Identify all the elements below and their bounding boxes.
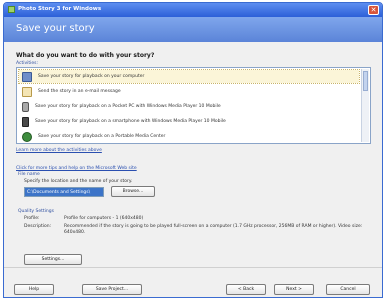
activity-item-pocket-pc[interactable]: Save your story for playback on a Pocket… [19, 100, 359, 113]
profile-row: Profile: Profile for computers - 1 (640x4… [24, 216, 364, 222]
main-content: What do you want to do with your story? … [4, 42, 382, 267]
cancel-button[interactable]: Cancel [326, 284, 370, 295]
activity-item-computer[interactable]: Save your story for playback on your com… [18, 69, 360, 84]
activity-label: Send the story in an e-mail message [38, 89, 121, 94]
activity-item-smartphone[interactable]: Save your story for playback on a smartp… [19, 115, 359, 128]
email-icon [22, 86, 32, 97]
close-button[interactable]: ✕ [368, 5, 379, 15]
activity-item-media-center[interactable]: Save your story for playback on a Portab… [19, 130, 359, 143]
browse-button[interactable]: Browse... [111, 186, 155, 197]
activities-list[interactable]: Save your story for playback on your com… [16, 67, 371, 144]
wizard-footer: Help Save Project... < Back Next > Cance… [4, 267, 382, 297]
list-scrollbar[interactable] [361, 69, 369, 142]
save-project-button[interactable]: Save Project... [82, 284, 142, 295]
activity-label: Save your story for playback on a smartp… [35, 119, 226, 124]
activity-label: Save your story for playback on your com… [38, 74, 145, 79]
description-value: Recommended if the story is going to be … [64, 224, 363, 235]
window-title: Photo Story 3 for Windows [18, 6, 102, 12]
description-row: Description: Recommended if the story is … [24, 224, 364, 236]
back-button[interactable]: < Back [226, 284, 266, 295]
media-center-icon [22, 131, 32, 142]
page-header: Save your story [4, 17, 382, 42]
pocket-pc-icon [22, 101, 29, 112]
next-button[interactable]: Next > [274, 284, 314, 295]
profile-label: Profile: [24, 216, 40, 221]
help-button[interactable]: Help [14, 284, 54, 295]
activity-label: Save your story for playback on a Pocket… [35, 104, 221, 109]
question-heading: What do you want to do with your story? [16, 52, 155, 59]
app-icon [8, 6, 15, 13]
scrollbar-thumb[interactable] [363, 71, 368, 91]
file-path-input[interactable]: C:\Documents and Settings\ [24, 187, 104, 197]
photo-story-window: Photo Story 3 for Windows ✕ Save your st… [3, 2, 383, 298]
learn-more-link[interactable]: Learn more about the activities above [16, 148, 102, 153]
file-name-description: Specify the location and the name of you… [24, 179, 133, 184]
description-label: Description: [24, 224, 52, 229]
title-bar[interactable]: Photo Story 3 for Windows ✕ [4, 3, 382, 17]
file-name-section-label: File name [18, 172, 40, 177]
activity-label: Save your story for playback on a Portab… [38, 134, 166, 139]
activity-item-email[interactable]: Send the story in an e-mail message [19, 85, 359, 98]
web-help-link[interactable]: Click for more tips and help on the Micr… [16, 166, 137, 171]
smartphone-icon [22, 116, 29, 127]
quality-section-label: Quality Settings [18, 209, 54, 214]
computer-icon [22, 71, 32, 82]
activities-label: Activities: [16, 61, 39, 66]
settings-button[interactable]: Settings... [24, 254, 82, 265]
page-title: Save your story [16, 23, 95, 34]
profile-value: Profile for computers - 1 (640x480) [64, 216, 144, 221]
